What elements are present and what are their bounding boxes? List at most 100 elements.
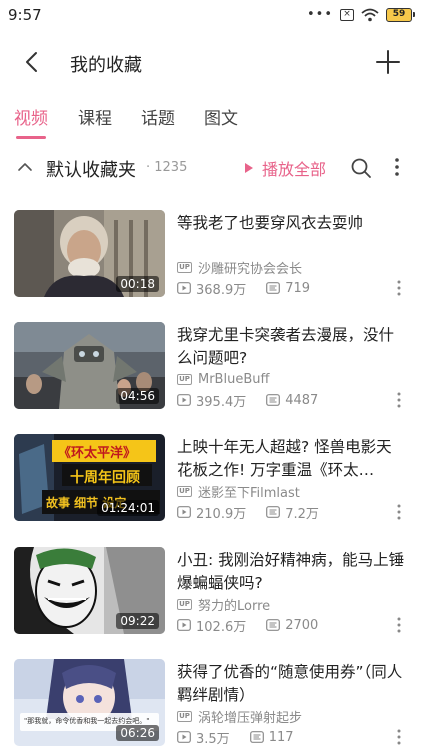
video-title: 上映十年无人超越? 怪兽电影天花板之作! 万字重温《环太… bbox=[177, 438, 392, 479]
plus-icon[interactable] bbox=[374, 48, 402, 76]
more-vertical-icon[interactable] bbox=[392, 278, 406, 298]
video-item[interactable]: 《环太平洋》 十周年回顾 故事 细节 设定 01:24:01 上映十年无人超越?… bbox=[0, 434, 422, 522]
play-icon bbox=[245, 163, 253, 173]
video-thumbnail[interactable]: 04:56 bbox=[14, 322, 165, 409]
danmaku-count: 7.2万 bbox=[266, 503, 319, 522]
up-badge-icon: UP bbox=[177, 598, 192, 610]
more-vertical-icon[interactable] bbox=[386, 156, 408, 178]
up-badge-icon: UP bbox=[177, 261, 192, 273]
thumbnail-caption: 《环太平洋》 bbox=[58, 446, 137, 461]
tab-article[interactable]: 图文 bbox=[204, 104, 238, 129]
more-vertical-icon[interactable] bbox=[392, 390, 406, 410]
video-thumbnail[interactable]: 09:22 bbox=[14, 547, 165, 634]
status-icons: ••• × 59 bbox=[306, 6, 415, 24]
view-count: 368.9万 bbox=[177, 279, 246, 298]
page-title: 我的收藏 bbox=[70, 55, 142, 76]
folder-count: · 1235 bbox=[146, 160, 188, 175]
uploader-name: 沙雕研究协会会长 bbox=[198, 261, 303, 277]
video-title: 小丑: 我刚治好精神病，能马上锤爆蝙蝠侠吗? bbox=[177, 551, 405, 592]
video-duration: 06:26 bbox=[116, 725, 159, 741]
view-count: 210.9万 bbox=[177, 503, 246, 522]
chevron-up-icon[interactable] bbox=[16, 158, 34, 176]
danmaku-count: 117 bbox=[249, 729, 294, 745]
uploader-row[interactable]: UP MrBlueBuff bbox=[177, 370, 269, 388]
tab-video[interactable]: 视频 bbox=[14, 104, 48, 129]
video-title: 我穿尤里卡突袭者去漫展，没什么问题吧? bbox=[177, 326, 395, 367]
video-item[interactable]: 04:56 我穿尤里卡突袭者去漫展，没什么问题吧? UP MrBlueBuff … bbox=[0, 322, 422, 410]
danmaku-count-value: 4487 bbox=[285, 392, 319, 408]
active-tab-indicator bbox=[16, 136, 46, 139]
play-count-icon bbox=[177, 506, 191, 518]
danmaku-count-value: 117 bbox=[268, 729, 294, 745]
uploader-name: 涡轮增压弹射起步 bbox=[198, 710, 303, 726]
up-badge-icon: UP bbox=[177, 373, 192, 385]
wifi-icon bbox=[361, 8, 379, 22]
video-duration: 09:22 bbox=[116, 613, 159, 629]
view-count-value: 395.4万 bbox=[196, 394, 247, 410]
video-stats: 395.4万 4487 bbox=[177, 391, 318, 410]
video-stats: 3.5万 117 bbox=[177, 728, 294, 747]
play-count-icon bbox=[177, 731, 191, 743]
battery-icon: 59 bbox=[386, 8, 415, 22]
play-count-icon bbox=[177, 394, 191, 406]
uploader-name: 努力的Lorre bbox=[198, 598, 271, 614]
danmaku-count: 2700 bbox=[266, 618, 318, 633]
folder-name[interactable]: 默认收藏夹 bbox=[46, 156, 136, 182]
uploader-name: 迷影至下Filmlast bbox=[198, 485, 300, 501]
up-badge-icon: UP bbox=[177, 485, 192, 497]
view-count-value: 3.5万 bbox=[196, 731, 230, 747]
more-vertical-icon[interactable] bbox=[392, 615, 406, 635]
play-count-icon bbox=[177, 282, 191, 294]
video-duration: 00:18 bbox=[116, 276, 159, 292]
video-thumbnail[interactable]: 00:18 bbox=[14, 210, 165, 297]
uploader-row[interactable]: UP 迷影至下Filmlast bbox=[177, 482, 300, 501]
back-arrow-icon[interactable] bbox=[18, 48, 46, 76]
video-item[interactable]: "那我就，命令优香和我一起去约会吧。" 06:26 获得了优香的“随意使用券”（… bbox=[0, 659, 422, 747]
video-title: 获得了优香的“随意使用券”（同人羁绊剧情） bbox=[177, 663, 403, 704]
video-duration: 01:24:01 bbox=[97, 500, 159, 516]
no-sim-icon: × bbox=[340, 9, 354, 21]
folder-header: 默认收藏夹 · 1235 播放全部 bbox=[0, 148, 422, 188]
danmaku-icon bbox=[266, 619, 281, 631]
video-duration: 04:56 bbox=[116, 388, 159, 404]
danmaku-count-value: 719 bbox=[285, 280, 311, 296]
play-all-label: 播放全部 bbox=[262, 160, 327, 179]
view-count-value: 368.9万 bbox=[196, 282, 247, 298]
view-count: 3.5万 bbox=[177, 728, 230, 747]
video-thumbnail[interactable]: "那我就，命令优香和我一起去约会吧。" 06:26 bbox=[14, 659, 165, 746]
video-item[interactable]: 09:22 小丑: 我刚治好精神病，能马上锤爆蝙蝠侠吗? UP 努力的Lorre… bbox=[0, 547, 422, 635]
video-stats: 210.9万 7.2万 bbox=[177, 503, 319, 522]
uploader-row[interactable]: UP 涡轮增压弹射起步 bbox=[177, 707, 303, 726]
uploader-row[interactable]: UP 沙雕研究协会会长 bbox=[177, 258, 303, 277]
uploader-name: MrBlueBuff bbox=[198, 371, 270, 387]
danmaku-icon bbox=[266, 282, 281, 294]
danmaku-count-value: 7.2万 bbox=[285, 506, 319, 522]
app-header: 我的收藏 bbox=[0, 36, 422, 88]
notification-dots-icon: ••• bbox=[306, 7, 333, 22]
view-count: 102.6万 bbox=[177, 616, 246, 635]
danmaku-icon bbox=[266, 506, 281, 518]
video-item[interactable]: 00:18 等我老了也要穿风衣去耍帅 UP 沙雕研究协会会长 368.9万 71… bbox=[0, 210, 422, 298]
video-thumbnail[interactable]: 《环太平洋》 十周年回顾 故事 细节 设定 01:24:01 bbox=[14, 434, 165, 521]
status-time: 9:57 bbox=[8, 6, 42, 24]
danmaku-count: 4487 bbox=[266, 393, 318, 408]
play-all-button[interactable]: 播放全部 bbox=[244, 156, 326, 180]
danmaku-count: 719 bbox=[266, 281, 310, 296]
video-title: 等我老了也要穿风衣去耍帅 bbox=[177, 214, 364, 232]
video-stats: 368.9万 719 bbox=[177, 279, 310, 298]
danmaku-icon bbox=[249, 731, 264, 743]
video-stats: 102.6万 2700 bbox=[177, 616, 318, 635]
view-count: 395.4万 bbox=[177, 391, 246, 410]
tab-bar: 视频 课程 话题 图文 bbox=[0, 104, 422, 140]
danmaku-icon bbox=[266, 394, 281, 406]
more-vertical-icon[interactable] bbox=[392, 727, 406, 747]
more-vertical-icon[interactable] bbox=[392, 502, 406, 522]
status-bar: 9:57 ••• × 59 bbox=[0, 0, 422, 30]
uploader-row[interactable]: UP 努力的Lorre bbox=[177, 595, 271, 614]
view-count-value: 210.9万 bbox=[196, 506, 247, 522]
tab-course[interactable]: 课程 bbox=[78, 104, 112, 129]
thumbnail-caption: 十周年回顾 bbox=[70, 470, 140, 486]
tab-topic[interactable]: 话题 bbox=[141, 104, 175, 129]
danmaku-count-value: 2700 bbox=[285, 617, 319, 633]
search-icon[interactable] bbox=[350, 157, 372, 179]
